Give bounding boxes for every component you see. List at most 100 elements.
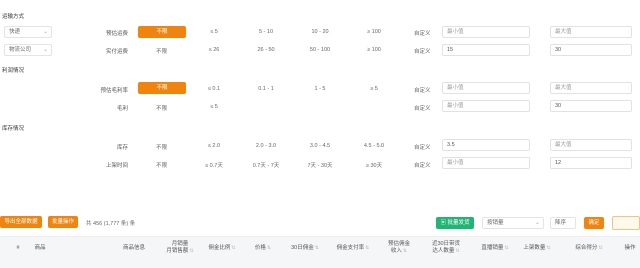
sort-icon[interactable]: ⇅ — [504, 245, 508, 251]
sort-field-value: 按销量 — [487, 220, 504, 226]
max-input[interactable]: 30 — [550, 100, 632, 112]
range-option[interactable]: 26 - 50 — [246, 47, 286, 53]
range-option[interactable]: 10 - 20 — [300, 29, 340, 35]
col-header-commission-rate[interactable]: 佣金比例⇅ — [206, 245, 238, 252]
max-input[interactable]: 30 — [550, 44, 632, 56]
table-header: # 商品 商品信息 月销量 月销售额⇅ 佣金比例⇅ 价格⇅ 30日佣金⇅ 佣金支… — [0, 236, 640, 268]
section-title-profit: 利润情况 — [2, 68, 25, 74]
range-option[interactable]: ≥ 100 — [354, 47, 394, 53]
sort-icon[interactable]: ⇅ — [403, 248, 407, 254]
sort-icon[interactable]: ⇅ — [365, 245, 369, 251]
row-label-est-shipping: 预估运费 — [105, 31, 128, 37]
custom-label: 自定义 — [414, 49, 431, 55]
batch-ship-label: 批量发货 — [447, 220, 470, 226]
row-label-gross-profit: 毛利 — [116, 106, 128, 112]
row-label-paid-shipping: 实付运费 — [105, 49, 128, 55]
col-header-30d-commission[interactable]: 30日佣金⇅ — [286, 245, 324, 252]
col-label: 上架数量 — [523, 245, 546, 251]
col-header-listing-count[interactable]: 上架数量⇅ — [520, 245, 554, 252]
export-button[interactable]: 导出全部数据 — [0, 216, 42, 228]
range-option[interactable]: ≥ 30天 — [354, 161, 394, 169]
min-input[interactable]: 最小值 — [442, 26, 530, 38]
filter-unlimited-button[interactable]: 不限 — [138, 26, 186, 38]
range-option[interactable]: ≤ 5 — [194, 29, 234, 35]
range-option[interactable]: 0.1 - 1 — [246, 86, 286, 92]
custom-label: 自定义 — [414, 88, 431, 94]
max-input[interactable]: 12 — [550, 157, 632, 169]
sort-icon[interactable]: ⇅ — [267, 245, 271, 251]
custom-label: 自定义 — [414, 106, 431, 112]
range-option[interactable]: 5 - 10 — [246, 29, 286, 35]
carrier-select[interactable]: 物流公司 ⌄ — [4, 44, 52, 56]
sort-order-select[interactable]: 降序 — [550, 217, 576, 229]
col-header-commission-pay-rate[interactable]: 佣金支付率⇅ — [332, 245, 374, 252]
col-header-actions: 操作 — [622, 245, 638, 252]
col-header-product-info[interactable]: 商品信息 — [114, 245, 154, 252]
range-option[interactable]: ≥ 5 — [354, 86, 394, 92]
col-header-monthly-sales[interactable]: 月销量 月销售额⇅ — [164, 241, 196, 255]
min-input[interactable]: 最小值 — [442, 82, 530, 94]
min-input[interactable]: 15 — [442, 44, 530, 56]
filter-unlimited-button[interactable]: 不限 — [138, 82, 186, 94]
filter-unlimited-option[interactable]: 不限 — [156, 104, 167, 112]
range-option[interactable]: ≤ 0.7天 — [194, 161, 234, 169]
partial-button-edge[interactable] — [612, 216, 640, 230]
col-header-creator-count[interactable]: 近30日带货 达人数量⇅ — [424, 241, 468, 255]
range-option[interactable]: 2.0 - 3.0 — [246, 143, 286, 149]
col-header-score[interactable]: 综合得分⇅ — [572, 245, 606, 252]
range-option[interactable]: 0.7天 - 7天 — [246, 161, 286, 169]
range-option[interactable]: 50 - 100 — [300, 47, 340, 53]
range-option[interactable]: 3.0 - 4.5 — [300, 143, 340, 149]
sort-icon[interactable]: ⇅ — [455, 248, 459, 254]
range-option[interactable]: 4.5 - 5.0 — [354, 143, 394, 149]
col-header-live-sales[interactable]: 直播销量⇅ — [480, 245, 510, 252]
sort-order-value: 降序 — [555, 220, 567, 226]
sort-icon[interactable]: ⇅ — [598, 245, 602, 251]
row-label-listing-time: 上架时间 — [105, 163, 128, 169]
col-label: 商品信息 — [122, 245, 145, 251]
filter-unlimited-option[interactable]: 不限 — [156, 161, 167, 169]
sort-field-select[interactable]: 按销量 ⌄ — [482, 217, 544, 229]
row-label-gross-margin: 预估毛利率 — [100, 88, 128, 94]
range-option[interactable]: ≤ 5 — [194, 104, 234, 110]
custom-label: 自定义 — [414, 145, 431, 151]
row-label-stock: 库存 — [116, 145, 128, 151]
col-label: 商品 — [34, 245, 46, 251]
range-option[interactable]: ≥ 100 — [354, 29, 394, 35]
col-header-product[interactable]: 商品 — [30, 245, 50, 252]
range-option[interactable]: ≤ 2.0 — [194, 143, 234, 149]
sort-icon[interactable]: ⇅ — [315, 245, 319, 251]
min-input[interactable]: 最小值 — [442, 100, 530, 112]
batch-ship-button[interactable]: ▣ 批量发货 — [436, 217, 474, 229]
min-input[interactable]: 最小值 — [442, 157, 530, 169]
chevron-down-icon: ⌄ — [42, 29, 48, 35]
shipping-type-select[interactable]: 快递 ⌄ — [4, 26, 52, 38]
col-label: 月销量 月销售额 — [166, 241, 189, 254]
range-option[interactable]: 7天 - 30天 — [300, 161, 340, 169]
range-option[interactable]: ≤ 0.1 — [194, 86, 234, 92]
col-label: 佣金支付率 — [336, 245, 365, 251]
sort-icon[interactable]: ⇅ — [546, 245, 550, 251]
batch-action-button[interactable]: 批量操作 — [48, 216, 78, 228]
sort-icon[interactable]: ⇅ — [231, 245, 235, 251]
sort-icon[interactable]: ⇅ — [189, 248, 193, 254]
min-input[interactable]: 3.5 — [442, 139, 530, 151]
col-label: 操作 — [624, 245, 636, 251]
max-input[interactable]: 最大值 — [550, 139, 632, 151]
range-option[interactable]: 1 - 5 — [300, 86, 340, 92]
col-header-est-income[interactable]: 预估佣金 收入⇅ — [382, 241, 416, 255]
custom-label: 自定义 — [414, 163, 431, 169]
col-header-price[interactable]: 价格⇅ — [248, 245, 278, 252]
col-label: 直播销量 — [481, 245, 504, 251]
list-toolbar: 导出全部数据 批量操作 共 456 (1,777 条) 条 ▣ 批量发货 按销量… — [0, 210, 640, 234]
range-option[interactable]: ≤ 26 — [194, 47, 234, 53]
confirm-button[interactable]: 确定 — [584, 217, 604, 229]
filter-unlimited-option[interactable]: 不限 — [156, 47, 167, 55]
section-title-shipping: 运输方式 — [2, 14, 25, 20]
max-input[interactable]: 最大值 — [550, 82, 632, 94]
shipping-type-value: 快递 — [9, 29, 21, 35]
max-input[interactable]: 最大值 — [550, 26, 632, 38]
section-title-inventory: 库存情况 — [2, 126, 25, 132]
filter-unlimited-option[interactable]: 不限 — [156, 143, 167, 151]
chevron-down-icon: ⌄ — [42, 47, 48, 53]
